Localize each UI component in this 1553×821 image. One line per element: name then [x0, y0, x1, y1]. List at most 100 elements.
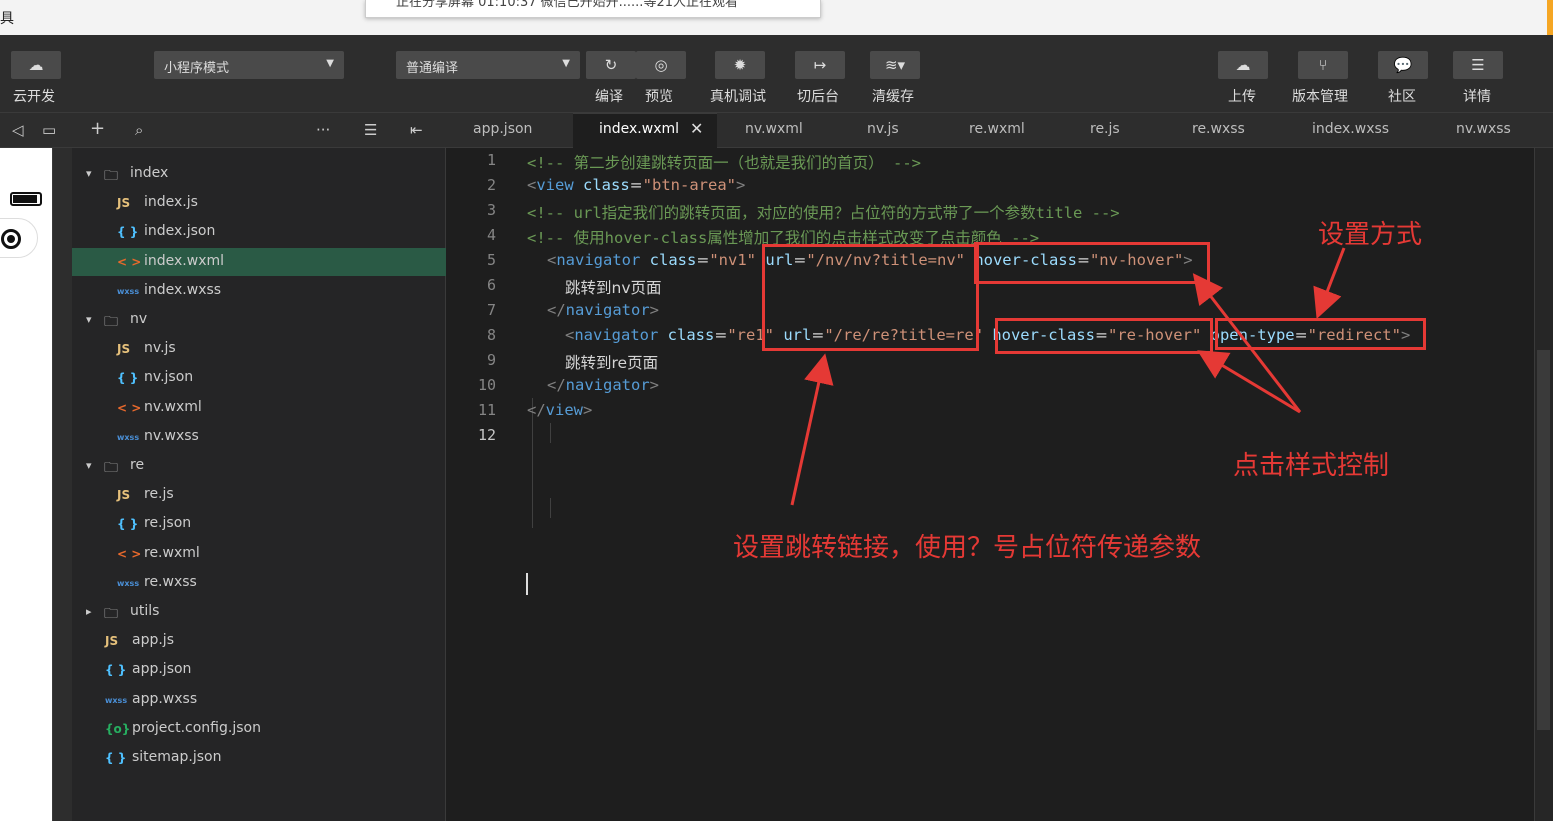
- window-title-fragment: 具: [0, 11, 14, 27]
- simulator-panel: [0, 148, 52, 821]
- tree-item-label: re.js: [144, 486, 174, 503]
- file-index-wxss[interactable]: wxss index.wxss: [72, 277, 446, 305]
- details-label: 详情: [1463, 89, 1491, 105]
- tab-app-json[interactable]: app.json: [473, 121, 532, 137]
- code-line-1[interactable]: <!-- 第二步创建跳转页面一（也就是我们的首页） -->: [527, 151, 921, 173]
- folder-nv[interactable]: ▾ 🗀 nv: [72, 306, 446, 334]
- scrollbar-thumb[interactable]: [1537, 350, 1550, 730]
- folder-index[interactable]: ▾ 🗀 index: [72, 160, 446, 188]
- code-line-10[interactable]: </navigator>: [547, 376, 659, 394]
- code-token: view: [545, 401, 583, 419]
- file-nv-wxss[interactable]: wxss nv.wxss: [72, 423, 446, 451]
- code-token: <: [527, 176, 537, 194]
- search-icon[interactable]: ⌕: [135, 121, 143, 139]
- layers-icon: ≋▾: [884, 56, 906, 74]
- version-label: 版本管理: [1292, 89, 1348, 105]
- folder-re[interactable]: ▾ 🗀 re: [72, 452, 446, 480]
- annotation-click-style: 点击样式控制: [1233, 451, 1390, 481]
- eye-icon: ◎: [654, 56, 668, 74]
- tab-re-wxml[interactable]: re.wxml: [969, 121, 1025, 137]
- clear-cache-button[interactable]: ≋▾: [870, 51, 920, 79]
- tab-nv-wxml[interactable]: nv.wxml: [745, 121, 803, 137]
- tree-item-label: nv: [130, 311, 148, 327]
- code-token: =: [714, 326, 728, 344]
- window-icon[interactable]: ▭: [42, 121, 56, 139]
- tree-item-label: app.wxss: [132, 690, 198, 707]
- notification-text: 正在分享屏幕 01:10:37 微信已开始开......等21人正在观看: [396, 0, 738, 10]
- close-icon[interactable]: ✕: [690, 119, 703, 138]
- line-number: 7: [486, 301, 496, 319]
- device-debug-button[interactable]: ✹: [715, 51, 765, 79]
- upload-button[interactable]: ☁: [1218, 51, 1268, 79]
- add-file-icon[interactable]: +: [90, 118, 105, 139]
- code-token: navigator: [565, 301, 650, 319]
- more-icon[interactable]: ···: [316, 121, 330, 139]
- annotation-set-method: 设置方式: [1318, 220, 1423, 250]
- code-token: </: [547, 301, 566, 319]
- file-project-config-json[interactable]: {o} project.config.json: [72, 715, 446, 743]
- tab-index-wxml[interactable]: index.wxml: [599, 121, 679, 137]
- mode-dropdown[interactable]: 小程序模式 ▼: [154, 51, 344, 79]
- simulator-divider[interactable]: [52, 148, 72, 821]
- file-app-json[interactable]: { } app.json: [72, 656, 446, 684]
- tree-item-label: re.wxml: [144, 544, 200, 561]
- tab-nv-js[interactable]: nv.js: [867, 121, 899, 137]
- file-app-js[interactable]: JS app.js: [72, 627, 446, 655]
- cloud-upload-icon: ☁: [1235, 56, 1251, 74]
- branch-icon: ⑂: [1318, 56, 1328, 74]
- code-line-3[interactable]: <!-- url指定我们的跳转页面，对应的使用？占位符的方式带了一个参数titl…: [527, 201, 1120, 223]
- file-re-json[interactable]: { } re.json: [72, 510, 446, 538]
- code-token: >: [649, 301, 660, 319]
- wxss-file-icon: wxss: [117, 432, 140, 442]
- background-button[interactable]: ↦: [795, 51, 845, 79]
- file-sitemap-json[interactable]: { } sitemap.json: [72, 744, 446, 772]
- version-button[interactable]: ⑂: [1298, 51, 1348, 79]
- community-button[interactable]: 💬: [1378, 51, 1428, 79]
- file-re-js[interactable]: JS re.js: [72, 481, 446, 509]
- code-line-2[interactable]: <view class="btn-area">: [527, 176, 745, 194]
- file-nv-wxml[interactable]: < > nv.wxml: [72, 394, 446, 422]
- tab-re-wxss[interactable]: re.wxss: [1192, 121, 1245, 137]
- file-nv-json[interactable]: { } nv.json: [72, 364, 446, 392]
- collapse-icon[interactable]: ☰: [364, 121, 377, 139]
- file-re-wxss[interactable]: wxss re.wxss: [72, 569, 446, 597]
- tab-nv-wxss[interactable]: nv.wxss: [1456, 121, 1511, 137]
- code-line-11[interactable]: </view>: [527, 401, 592, 419]
- tab-re-js[interactable]: re.js: [1090, 121, 1120, 137]
- folder-icon: 🗀: [104, 460, 118, 476]
- chevron-icon: ▾: [86, 313, 92, 326]
- volume-icon[interactable]: ◁: [12, 121, 24, 139]
- capsule-button[interactable]: [0, 218, 38, 258]
- file-nv-js[interactable]: JS nv.js: [72, 335, 446, 363]
- compile-button[interactable]: ↻: [586, 51, 636, 79]
- file-index-wxml[interactable]: < > index.wxml: [72, 247, 446, 276]
- file-re-wxml[interactable]: < > re.wxml: [72, 540, 446, 568]
- file-index-json[interactable]: { } index.json: [72, 218, 446, 246]
- js-file-icon: JS: [117, 488, 131, 503]
- code-token: <: [565, 326, 575, 344]
- hover-class-highlight-box-1: [974, 242, 1210, 284]
- file-index-js[interactable]: JS index.js: [72, 189, 446, 217]
- tab-index-wxss[interactable]: index.wxss: [1312, 121, 1389, 137]
- js-file-icon: JS: [105, 634, 119, 649]
- compile-mode-dropdown[interactable]: 普通编译 ▼: [396, 51, 580, 79]
- folder-utils[interactable]: ▸ 🗀 utils: [72, 598, 446, 626]
- file-app-wxss[interactable]: wxss app.wxss: [72, 686, 446, 714]
- line-number: 1: [486, 151, 496, 169]
- open-type-highlight-box: [1215, 318, 1426, 350]
- compile-mode-value: 普通编译: [406, 61, 459, 76]
- preview-button[interactable]: ◎: [636, 51, 686, 79]
- code-token: view: [536, 176, 574, 194]
- hover-class-highlight-box-2: [995, 318, 1213, 354]
- code-token: <: [547, 251, 557, 269]
- switch-icon: ↦: [813, 56, 827, 74]
- code-token: class: [573, 176, 630, 194]
- panel-toggle-icon[interactable]: ⇤: [410, 121, 423, 139]
- js-file-icon: JS: [117, 196, 131, 211]
- cloud-dev-button[interactable]: ☁: [11, 51, 61, 79]
- code-line-7[interactable]: </navigator>: [547, 301, 659, 319]
- code-line-9[interactable]: 跳转到re页面: [565, 351, 658, 373]
- details-button[interactable]: ☰: [1453, 51, 1503, 79]
- code-line-6[interactable]: 跳转到nv页面: [565, 276, 662, 298]
- code-token: >: [583, 401, 593, 419]
